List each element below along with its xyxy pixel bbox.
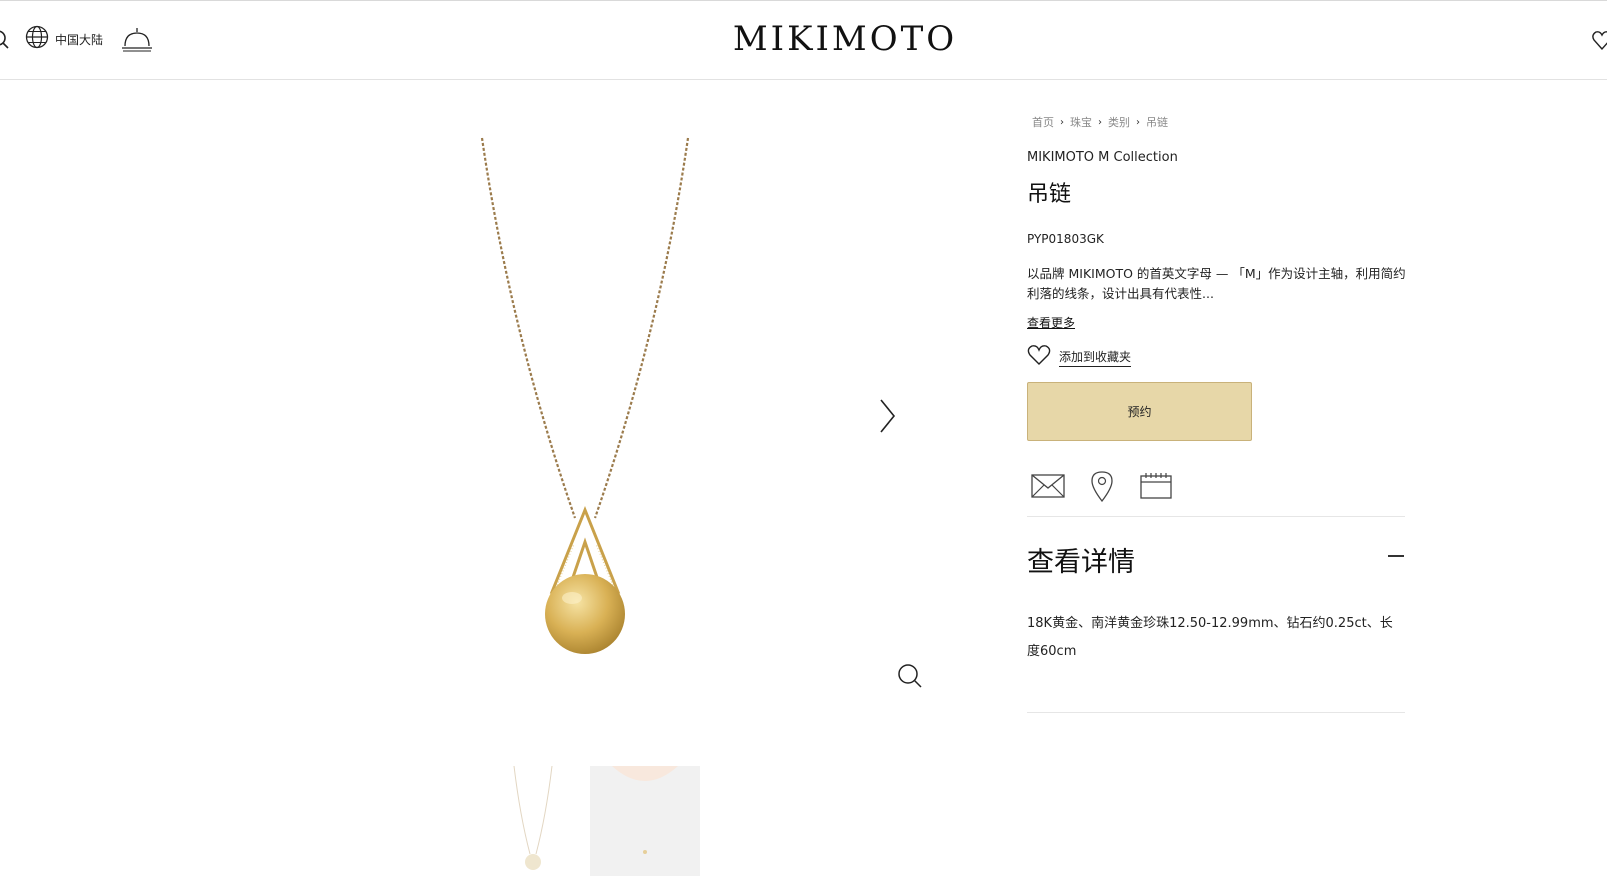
breadcrumb-jewelry[interactable]: 珠宝 [1070, 114, 1092, 130]
reserve-button[interactable]: 预约 [1027, 382, 1252, 441]
mail-icon[interactable] [1030, 470, 1066, 502]
chevron-right-icon[interactable] [876, 396, 898, 436]
product-sku: PYP01803GK [1027, 232, 1104, 246]
heart-icon[interactable] [1592, 29, 1607, 53]
chevron-right-icon: › [1098, 116, 1102, 128]
details-text: 18K黄金、南洋黄金珍珠12.50-12.99mm、钻石约0.25ct、长度60… [1027, 616, 1393, 659]
details-heading[interactable]: 查看详情 [1027, 540, 1135, 579]
thumbnail-worn[interactable] [590, 766, 700, 876]
minus-icon[interactable] [1388, 555, 1404, 557]
heart-icon [1027, 344, 1051, 370]
zoom-icon[interactable] [896, 662, 924, 690]
breadcrumb-category[interactable]: 类别 [1108, 114, 1130, 130]
collection-name: MIKIMOTO M Collection [1027, 150, 1178, 165]
chevron-right-icon: › [1060, 116, 1064, 128]
product-description: 以品牌 MIKIMOTO 的首英文字母 — 「M」作为设计主轴，利用简约利落的线… [1027, 266, 1406, 301]
calendar-icon[interactable] [1138, 470, 1174, 502]
breadcrumb-home[interactable]: 首页 [1032, 114, 1054, 130]
contact-actions [1030, 470, 1174, 502]
add-to-wishlist-label: 添加到收藏夹 [1059, 348, 1132, 367]
brand-logo[interactable]: MIKIMOTO [0, 19, 1607, 59]
add-to-wishlist[interactable]: 添加到收藏夹 [1027, 344, 1132, 370]
divider [1027, 516, 1405, 517]
read-more-link[interactable]: 查看更多 [1027, 314, 1075, 331]
product-title: 吊链 [1027, 182, 1072, 207]
site-header: 中国大陆 MIKIMOTO [0, 0, 1607, 80]
divider [1027, 712, 1405, 713]
breadcrumb-pendant[interactable]: 吊链 [1146, 114, 1168, 130]
breadcrumb: 首页 › 珠宝 › 类别 › 吊链 [1032, 114, 1168, 130]
chevron-right-icon: › [1136, 116, 1140, 128]
product-main-image[interactable] [470, 130, 700, 660]
thumbnail-product[interactable] [508, 765, 558, 876]
location-pin-icon[interactable] [1084, 470, 1120, 502]
